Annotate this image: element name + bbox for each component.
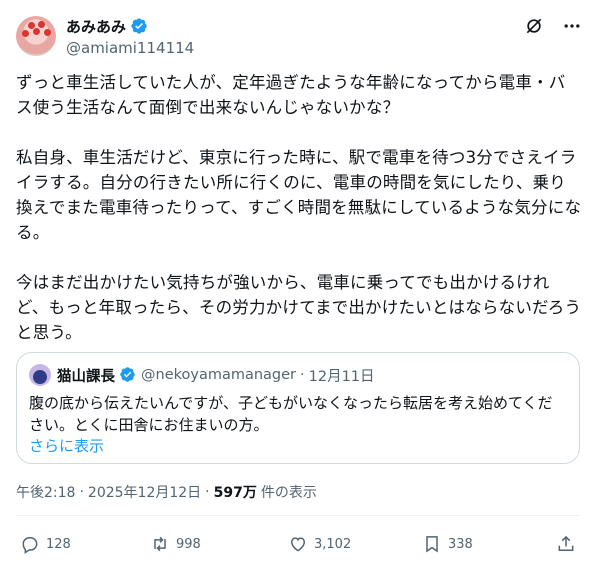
quoted-tweet-text: 腹の底から伝えたいんですが、子どもがいなくなったら転居を考え始めてください。とく… — [29, 394, 553, 434]
bookmark-button[interactable]: 338 — [422, 534, 473, 554]
quoted-tweet-date: 12月11日 — [308, 368, 375, 385]
tweet-action-bar: 128 998 3,102 338 — [16, 534, 580, 556]
author-name-row[interactable]: あみあみ — [66, 16, 148, 36]
reply-button[interactable]: 128 — [20, 534, 71, 554]
quoted-tweet-card[interactable]: 猫山課長 @nekoyamamanager · 12月11日 腹の底から伝えたい… — [16, 352, 580, 464]
share-button[interactable] — [556, 534, 576, 554]
author-avatar[interactable] — [16, 16, 56, 56]
separator-dot: · — [205, 484, 210, 500]
grok-icon[interactable] — [524, 16, 544, 36]
verified-badge-icon — [119, 366, 137, 384]
tweet-time[interactable]: 午後2:18 — [16, 482, 75, 502]
quoted-tweet-header: 猫山課長 @nekoyamamanager · 12月11日 — [29, 364, 567, 386]
tweet-meta: 午後2:18 · 2025年12月12日 · 597万 件の表示 — [16, 482, 317, 502]
tweet-top-actions — [524, 16, 582, 36]
separator-dot: · — [300, 367, 305, 383]
quoted-author-avatar — [29, 364, 51, 386]
verified-badge-icon — [130, 17, 148, 35]
retweet-icon — [154, 536, 166, 552]
tweet-paragraph: ずっと車生活していた人が、定年過ぎたような年齢になってから電車・バス使う生活なん… — [16, 73, 566, 117]
retweet-count: 998 — [176, 536, 201, 552]
show-more-link[interactable]: さらに表示 — [29, 436, 567, 456]
separator-dot: · — [79, 484, 84, 500]
bookmark-icon — [426, 536, 438, 553]
tweet-paragraph: 私自身、車生活だけど、東京に行った時に、駅で電車を待つ3分でさえイライラする。自… — [16, 148, 582, 242]
view-count-label: 件の表示 — [260, 485, 317, 501]
tweet-paragraph: 今はまだ出かけたい気持ちが強いから、電車に乗ってでも出かけるけれど、もっと年取っ… — [16, 273, 582, 342]
divider — [16, 515, 580, 516]
more-icon[interactable] — [562, 16, 582, 36]
reply-icon — [22, 537, 38, 554]
share-icon — [558, 535, 574, 551]
like-button[interactable]: 3,102 — [288, 534, 351, 554]
view-count: 597万 — [213, 485, 257, 501]
heart-icon — [290, 537, 306, 552]
tweet-text: ずっと車生活していた人が、定年過ぎたような年齢になってから電車・バス使う生活なん… — [16, 70, 582, 370]
like-count: 3,102 — [314, 536, 352, 552]
quoted-author-handle: @nekoyamamanager — [141, 367, 297, 383]
author-handle[interactable]: @amiami114114 — [66, 39, 194, 57]
reply-count: 128 — [46, 536, 71, 552]
bookmark-count: 338 — [448, 536, 473, 552]
author-display-name[interactable]: あみあみ — [66, 16, 126, 37]
retweet-button[interactable]: 998 — [150, 534, 201, 554]
tweet-date[interactable]: 2025年12月12日 — [88, 482, 201, 502]
quoted-author-name: 猫山課長 — [57, 368, 115, 385]
